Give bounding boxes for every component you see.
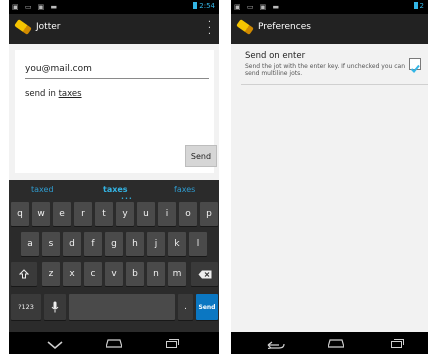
screen-title: Preferences: [258, 22, 311, 32]
key-h[interactable]: h: [126, 232, 144, 256]
home-icon[interactable]: [106, 339, 122, 348]
microphone-icon: [51, 301, 59, 313]
key-p[interactable]: p: [200, 202, 218, 226]
voice-input-key[interactable]: [44, 294, 66, 320]
preference-checkbox[interactable]: [409, 58, 421, 73]
action-bar: Jotter · · ·: [9, 14, 219, 44]
key-l[interactable]: l: [189, 232, 207, 256]
status-right: 2: [413, 2, 424, 10]
overflow-menu-icon[interactable]: · · ·: [208, 18, 211, 40]
pencil-icon[interactable]: [236, 19, 254, 35]
suggestion-3[interactable]: faxes: [174, 185, 195, 194]
email-field[interactable]: you@mail.com: [25, 64, 209, 74]
key-i[interactable]: i: [158, 202, 176, 226]
suggestion-strip: taxed taxes faxes •••: [9, 180, 219, 202]
backspace-key[interactable]: [191, 262, 218, 286]
status-bar: ▣ ▭ ▣ ▬ 2: [231, 0, 428, 14]
message-field[interactable]: send in taxes: [25, 89, 82, 99]
email-field-underline: [25, 78, 209, 79]
right-phone-screen: ▣ ▭ ▣ ▬ 2 Preferences Send on enter Send…: [231, 0, 428, 354]
backspace-icon: [198, 270, 211, 278]
back-icon[interactable]: [267, 340, 285, 349]
checkmark-icon: [410, 64, 420, 73]
key-o[interactable]: o: [179, 202, 197, 226]
recent-apps-icon[interactable]: [166, 339, 179, 348]
key-a[interactable]: a: [21, 232, 39, 256]
app-title: Jotter: [36, 22, 61, 32]
key-k[interactable]: k: [168, 232, 186, 256]
space-key[interactable]: [69, 294, 175, 320]
key-w[interactable]: w: [32, 202, 50, 226]
collapse-keyboard-icon[interactable]: [47, 341, 63, 349]
message-composing-word: taxes: [58, 89, 82, 99]
key-m[interactable]: m: [168, 262, 186, 286]
status-time: 2:54: [199, 2, 215, 10]
key-y[interactable]: y: [116, 202, 134, 226]
key-s[interactable]: s: [42, 232, 60, 256]
key-n[interactable]: n: [147, 262, 165, 286]
enter-send-key[interactable]: Send: [196, 294, 218, 320]
preference-title: Send on enter: [245, 51, 306, 61]
shift-key[interactable]: [11, 262, 37, 286]
shift-icon: [19, 269, 29, 279]
pencil-icon: [14, 19, 32, 35]
key-d[interactable]: d: [63, 232, 81, 256]
key-r[interactable]: r: [74, 202, 92, 226]
key-x[interactable]: x: [63, 262, 81, 286]
message-text: send in: [25, 89, 59, 99]
key-b[interactable]: b: [126, 262, 144, 286]
preference-summary: Send the jot with the enter key. If unch…: [245, 63, 405, 77]
key-f[interactable]: f: [84, 232, 102, 256]
key-t[interactable]: t: [95, 202, 113, 226]
left-phone-screen: ▣ ▭ ▣ ▬ 2:54 Jotter · · · you@mail.com sen…: [9, 0, 219, 354]
key-e[interactable]: e: [53, 202, 71, 226]
status-bar: ▣ ▭ ▣ ▬ 2:54: [9, 0, 219, 14]
notification-icons: ▣ ▭ ▣ ▬: [12, 3, 60, 11]
send-button[interactable]: Send: [185, 145, 217, 167]
key-j[interactable]: j: [147, 232, 165, 256]
navigation-bar: [9, 332, 219, 354]
battery-icon: [413, 2, 418, 9]
key-z[interactable]: z: [42, 262, 60, 286]
key-u[interactable]: u: [137, 202, 155, 226]
home-icon[interactable]: [328, 339, 344, 348]
battery-icon: [193, 2, 198, 9]
key-q[interactable]: q: [11, 202, 29, 226]
navigation-bar: [231, 332, 428, 354]
soft-keyboard: taxed taxes faxes ••• q w e r t y u i o …: [9, 180, 219, 354]
recent-apps-icon[interactable]: [391, 339, 404, 348]
key-c[interactable]: c: [84, 262, 102, 286]
action-bar: Preferences: [231, 14, 428, 44]
symbols-key[interactable]: ?123: [11, 294, 41, 320]
status-time: 2: [419, 2, 424, 10]
key-g[interactable]: g: [105, 232, 123, 256]
period-key[interactable]: .: [178, 294, 193, 320]
status-right: 2:54: [193, 2, 215, 10]
suggestion-2[interactable]: taxes: [103, 185, 128, 194]
suggestion-1[interactable]: taxed: [31, 185, 54, 194]
notification-icons: ▣ ▭ ▣ ▬: [234, 3, 282, 11]
key-v[interactable]: v: [105, 262, 123, 286]
divider: [241, 84, 428, 85]
